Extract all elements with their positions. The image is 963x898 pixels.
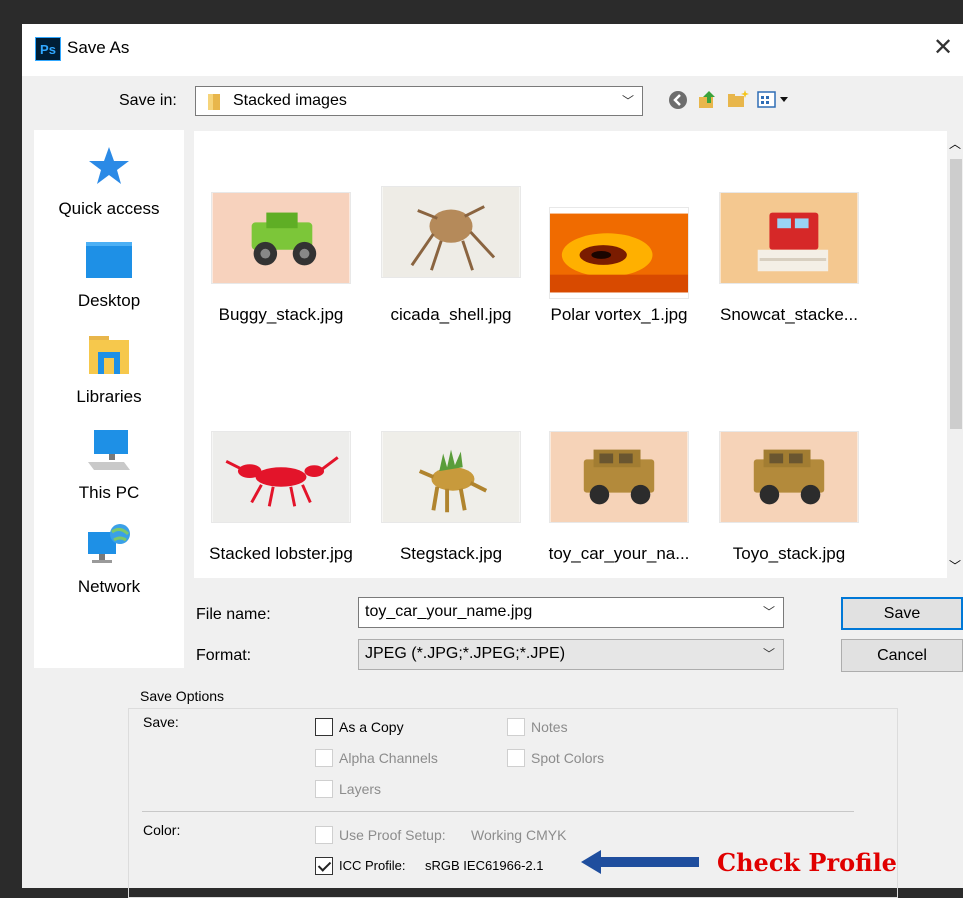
nav-item-libraries[interactable]: Libraries xyxy=(34,332,184,407)
scroll-down-icon[interactable]: ﹀ xyxy=(949,557,961,574)
nav-label: Quick access xyxy=(58,199,160,218)
file-thumbnail xyxy=(549,431,689,523)
save-as-dialog: Ps Save As ✕ Save in: Stacked images ﹀ Q… xyxy=(22,24,963,898)
alpha-channels-checkbox[interactable] xyxy=(315,749,333,767)
layers-checkbox[interactable] xyxy=(315,780,333,798)
file-thumbnail xyxy=(381,186,521,278)
cancel-button[interactable]: Cancel xyxy=(841,639,963,672)
icc-profile-value: sRGB IEC61966-2.1 xyxy=(425,858,544,873)
format-value: JPEG (*.JPG;*.JPEG;*.JPE) xyxy=(365,645,566,662)
save-button[interactable]: Save xyxy=(841,597,963,630)
nav-item-network[interactable]: Network xyxy=(34,522,184,597)
nav-item-quick-access[interactable]: Quick access xyxy=(34,144,184,219)
libraries-icon xyxy=(89,336,129,374)
save-in-dropdown[interactable]: Stacked images ﹀ xyxy=(195,86,643,116)
save-in-label: Save in: xyxy=(119,92,177,109)
use-proof-setup-label: Use Proof Setup: xyxy=(339,827,446,843)
alpha-channels-label: Alpha Channels xyxy=(339,750,438,766)
title-bar: Ps Save As ✕ xyxy=(22,24,963,76)
view-menu-icon[interactable] xyxy=(757,90,793,110)
icc-profile-label: ICC Profile: xyxy=(339,858,406,873)
save-options-title: Save Options xyxy=(138,688,227,704)
computer-icon xyxy=(88,430,130,470)
file-thumbnail xyxy=(719,431,859,523)
window-title: Save As xyxy=(67,38,130,57)
close-button[interactable]: ✕ xyxy=(923,30,963,66)
nav-item-this-pc[interactable]: This PC xyxy=(34,428,184,503)
file-thumbnail xyxy=(211,192,351,284)
nav-label: This PC xyxy=(78,483,140,502)
spot-colors-label: Spot Colors xyxy=(531,750,605,766)
spot-colors-checkbox[interactable] xyxy=(507,749,525,767)
chevron-down-icon: ﹀ xyxy=(762,647,775,661)
nav-label: Desktop xyxy=(77,291,141,310)
chevron-down-icon: ﹀ xyxy=(621,94,634,108)
file-name: Stacked lobster.jpg xyxy=(209,544,353,563)
file-thumbnail xyxy=(381,431,521,523)
nav-label: Network xyxy=(77,577,141,596)
notes-label: Notes xyxy=(531,719,568,735)
navigation-pane: Quick access Desktop Libraries This PC N… xyxy=(34,130,184,668)
nav-label: Libraries xyxy=(76,387,142,406)
file-name: toy_car_your_na... xyxy=(548,544,690,563)
desktop-icon xyxy=(86,242,132,278)
file-name: Snowcat_stacke... xyxy=(720,305,858,324)
file-thumbnail xyxy=(549,207,689,299)
file-thumbnail xyxy=(719,192,859,284)
options-divider xyxy=(142,811,854,812)
file-name: Toyo_stack.jpg xyxy=(732,544,846,563)
back-icon[interactable] xyxy=(668,90,688,110)
chevron-down-icon[interactable]: ﹀ xyxy=(763,598,775,626)
scrollbar-thumb[interactable] xyxy=(950,159,962,429)
check-profile-annotation: Check Profile xyxy=(717,848,897,877)
photoshop-icon: Ps xyxy=(35,37,61,61)
color-section-label: Color: xyxy=(143,822,181,838)
network-icon xyxy=(88,524,130,563)
file-name-value: toy_car_your_name.jpg xyxy=(365,603,533,620)
save-section-label: Save: xyxy=(143,714,179,730)
star-icon xyxy=(89,147,129,184)
file-name-label: File name: xyxy=(196,606,271,623)
nav-item-desktop[interactable]: Desktop xyxy=(34,240,184,311)
up-folder-icon[interactable] xyxy=(697,88,719,110)
file-name: Polar vortex_1.jpg xyxy=(550,305,688,324)
arrow-left-icon xyxy=(581,850,699,874)
folder-icon xyxy=(208,94,220,110)
file-name: cicada_shell.jpg xyxy=(390,305,512,324)
new-folder-icon[interactable] xyxy=(726,88,750,110)
as-a-copy-checkbox[interactable] xyxy=(315,718,333,736)
proof-setup-value: Working CMYK xyxy=(471,827,567,843)
file-thumbnail xyxy=(211,431,351,523)
layers-label: Layers xyxy=(339,781,382,797)
notes-checkbox[interactable] xyxy=(507,718,525,736)
save-in-value: Stacked images xyxy=(233,92,347,109)
close-icon: ✕ xyxy=(932,34,954,61)
format-label: Format: xyxy=(196,647,252,664)
icc-profile-checkbox[interactable] xyxy=(315,857,333,875)
as-a-copy-label: As a Copy xyxy=(339,719,404,735)
file-list: Buggy_stack.jpg cicada_shell.jpg Polar v… xyxy=(194,131,963,578)
scroll-up-icon[interactable]: ︿ xyxy=(949,135,961,152)
file-name: Buggy_stack.jpg xyxy=(218,305,344,324)
file-name: Stegstack.jpg xyxy=(399,544,503,563)
file-name-input[interactable]: toy_car_your_name.jpg ﹀ xyxy=(358,597,784,628)
format-dropdown[interactable]: JPEG (*.JPG;*.JPEG;*.JPE) ﹀ xyxy=(358,639,784,670)
file-list-scrollbar[interactable]: ︿ ﹀ xyxy=(947,131,963,578)
use-proof-setup-checkbox[interactable] xyxy=(315,826,333,844)
